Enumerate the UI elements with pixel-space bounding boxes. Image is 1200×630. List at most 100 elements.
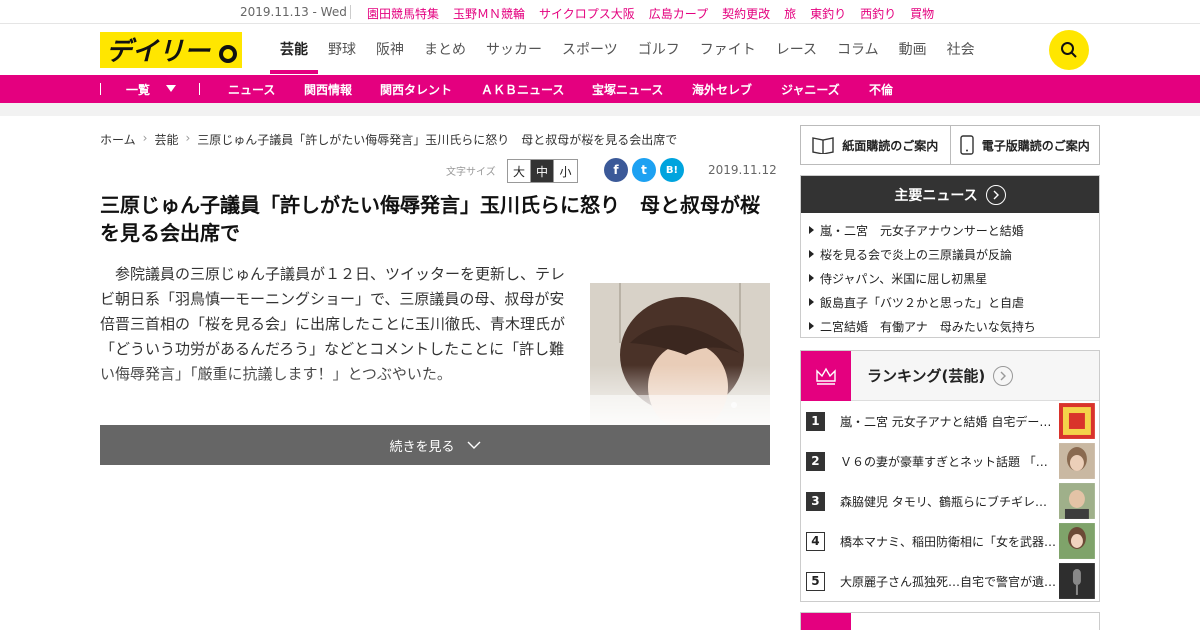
logo-text: デイリー bbox=[106, 37, 211, 67]
divider bbox=[350, 5, 351, 19]
subnav-item-furin[interactable]: 不倫 bbox=[869, 75, 893, 103]
twitter-share-icon[interactable]: t bbox=[632, 158, 656, 182]
nav-item-golf[interactable]: ゴルフ bbox=[628, 24, 690, 74]
utility-links: 園田競馬特集 玉野ＭＮ競輪 サイクロプス大阪 広島カープ 契約更改 旅 東釣り … bbox=[367, 5, 934, 22]
utility-link[interactable]: 園田競馬特集 bbox=[367, 5, 439, 22]
font-size-medium[interactable]: 中 bbox=[531, 160, 554, 182]
main-news-title: 主要ニュース bbox=[894, 187, 978, 204]
nav-item-video[interactable]: 動画 bbox=[889, 24, 937, 74]
ranking-header[interactable]: ランキング(芸能) bbox=[801, 350, 1099, 401]
chevron-right-icon: › bbox=[185, 131, 191, 145]
rank-number: 1 bbox=[806, 411, 825, 431]
utility-link[interactable]: 旅 bbox=[784, 5, 796, 22]
ranking-item-text: 嵐・二宮 元女子アナと結婚 自宅デー… bbox=[839, 414, 1052, 429]
utility-bar: 2019.11.13 - Wed 園田競馬特集 玉野ＭＮ競輪 サイクロプス大阪 … bbox=[0, 0, 1200, 24]
news-item[interactable]: 嵐・二宮 元女子アナウンサーと結婚 bbox=[809, 218, 1099, 242]
ranking-item-text: 森脇健児 タモリ、鶴瓶らにブチギレ… bbox=[839, 494, 1048, 509]
breadcrumb-home[interactable]: ホーム bbox=[100, 131, 136, 148]
utility-link[interactable]: サイクロプス大阪 bbox=[539, 5, 635, 22]
subnav-item-kansai-talent[interactable]: 関西タレント bbox=[380, 75, 452, 103]
digital-subscription-button[interactable]: 電子版購読のご案内 bbox=[951, 126, 1100, 164]
news-item[interactable]: 桜を見る会で炎上の三原議員が反論 bbox=[809, 242, 1099, 266]
news-item-text: 嵐・二宮 元女子アナウンサーと結婚 bbox=[820, 223, 1024, 238]
main-news-panel: 主要ニュース 嵐・二宮 元女子アナウンサーと結婚 桜を見る会で炎上の三原議員が反… bbox=[800, 175, 1100, 338]
subnav-item-celeb[interactable]: 海外セレブ bbox=[692, 75, 752, 103]
nav-item-matome[interactable]: まとめ bbox=[414, 24, 476, 74]
ranking-thumbnail bbox=[1059, 563, 1095, 599]
subnav-item-johnnys[interactable]: ジャニーズ bbox=[781, 75, 840, 103]
search-button[interactable] bbox=[1049, 30, 1089, 70]
ranking-title: ランキング(芸能) bbox=[867, 367, 986, 385]
news-item[interactable]: 二宮結婚 有働アナ 母みたいな気持ち bbox=[809, 314, 1099, 338]
breadcrumb-category[interactable]: 芸能 bbox=[154, 131, 178, 148]
chevron-right-icon: › bbox=[142, 131, 148, 145]
nav-item-yakyu[interactable]: 野球 bbox=[318, 24, 366, 74]
sub-nav: 一覧 ニュース 関西情報 関西タレント ＡＫＢニュース 宝塚ニュース 海外セレブ… bbox=[0, 75, 1200, 103]
breadcrumb-current: 三原じゅん子議員「許しがたい侮辱発言」玉川氏らに怒り 母と叔母が桜を見る会出席で bbox=[197, 133, 678, 147]
nav-item-fight[interactable]: ファイト bbox=[690, 24, 766, 74]
article-date: 2019.11.12 bbox=[708, 163, 777, 177]
utility-link[interactable]: 契約更改 bbox=[722, 5, 770, 22]
chevron-down-icon bbox=[467, 441, 480, 449]
nav-item-society[interactable]: 社会 bbox=[937, 24, 985, 74]
rank-number: 3 bbox=[806, 491, 825, 511]
crown-icon bbox=[801, 350, 851, 401]
nav-item-race[interactable]: レース bbox=[766, 24, 827, 74]
breadcrumb: ホーム › 芸能 › 三原じゅん子議員「許しがたい侮辱発言」玉川氏らに怒り 母と… bbox=[100, 131, 677, 148]
ranking-panel: ランキング(芸能) 1 嵐・二宮 元女子アナと結婚 自宅デー… 2 Ｖ６の妻が豪… bbox=[800, 350, 1100, 602]
smartphone-icon bbox=[960, 135, 974, 155]
subnav-item-kansai-info[interactable]: 関西情報 bbox=[304, 75, 352, 103]
open-book-icon bbox=[812, 137, 834, 154]
nav-item-soccer[interactable]: サッカー bbox=[476, 24, 552, 74]
subnav-item-news[interactable]: ニュース bbox=[228, 75, 275, 103]
rank-number: 5 bbox=[806, 571, 825, 591]
font-size-large[interactable]: 大 bbox=[508, 160, 531, 182]
facebook-share-icon[interactable]: f bbox=[604, 158, 628, 182]
font-size-switcher: 大 中 小 bbox=[507, 159, 578, 183]
utility-link[interactable]: 東釣り bbox=[810, 5, 846, 22]
ranking-item-text: 橋本マナミ、稲田防衛相に「女を武器… bbox=[839, 534, 1056, 549]
ranking-item[interactable]: 2 Ｖ６の妻が豪華すぎとネット話題 「… bbox=[806, 441, 1095, 481]
subnav-list-toggle[interactable]: 一覧 bbox=[126, 75, 177, 103]
subnav-item-akb[interactable]: ＡＫＢニュース bbox=[481, 75, 564, 103]
rank-number: 2 bbox=[806, 451, 825, 471]
news-item[interactable]: 侍ジャパン、米国に屈し初黒星 bbox=[809, 266, 1099, 290]
print-subscription-button[interactable]: 紙面購読のご案内 bbox=[801, 126, 951, 164]
utility-link[interactable]: 広島カープ bbox=[649, 5, 708, 22]
divider bbox=[100, 83, 101, 95]
news-item[interactable]: 飯島直子「バツ２かと思った」と自虐 bbox=[809, 290, 1099, 314]
font-size-small[interactable]: 小 bbox=[554, 160, 577, 182]
utility-link[interactable]: 西釣り bbox=[860, 5, 896, 22]
ranking-item[interactable]: 5 大原麗子さん孤独死…自宅で警官が遺… bbox=[806, 561, 1095, 601]
nav-item-column[interactable]: コラム bbox=[827, 24, 889, 74]
triangle-right-icon bbox=[809, 250, 814, 258]
ranking-thumbnail bbox=[1059, 403, 1095, 439]
utility-link[interactable]: 買物 bbox=[910, 5, 934, 22]
nav-item-hanshin[interactable]: 阪神 bbox=[366, 24, 414, 74]
subnav-list-label: 一覧 bbox=[126, 82, 151, 97]
ranking-item[interactable]: 1 嵐・二宮 元女子アナと結婚 自宅デー… bbox=[806, 401, 1095, 441]
current-date: 2019.11.13 - Wed bbox=[240, 5, 347, 19]
panel-icon-block bbox=[801, 613, 851, 630]
utility-link[interactable]: 玉野ＭＮ競輪 bbox=[453, 5, 525, 22]
digital-subscription-label: 電子版購読のご案内 bbox=[981, 138, 1090, 153]
triangle-down-icon bbox=[166, 85, 177, 92]
chevron-right-icon bbox=[993, 365, 1014, 386]
ranking-item[interactable]: 3 森脇健児 タモリ、鶴瓶らにブチギレ… bbox=[806, 481, 1095, 521]
nav-item-geino[interactable]: 芸能 bbox=[270, 24, 318, 74]
site-header: デイリー 芸能 野球 阪神 まとめ サッカー スポーツ ゴルフ ファイト レース… bbox=[0, 24, 1200, 74]
subnav-item-takarazuka[interactable]: 宝塚ニュース bbox=[592, 75, 663, 103]
site-logo[interactable]: デイリー bbox=[100, 32, 242, 68]
next-panel bbox=[800, 612, 1100, 630]
ranking-list: 1 嵐・二宮 元女子アナと結婚 自宅デー… 2 Ｖ６の妻が豪華すぎとネット話題 … bbox=[801, 401, 1099, 601]
ranking-item[interactable]: 4 橋本マナミ、稲田防衛相に「女を武器… bbox=[806, 521, 1095, 561]
main-news-header[interactable]: 主要ニュース bbox=[801, 176, 1099, 213]
font-size-label: 文字サイズ bbox=[446, 167, 496, 178]
read-more-label: 続きを見る bbox=[389, 439, 455, 455]
search-icon bbox=[1061, 42, 1077, 58]
triangle-right-icon bbox=[809, 274, 814, 282]
nav-item-sports[interactable]: スポーツ bbox=[552, 24, 628, 74]
hatena-bookmark-icon[interactable]: B! bbox=[660, 158, 684, 182]
read-more-button[interactable]: 続きを見る bbox=[100, 425, 770, 465]
news-item-text: 侍ジャパン、米国に屈し初黒星 bbox=[820, 271, 988, 286]
